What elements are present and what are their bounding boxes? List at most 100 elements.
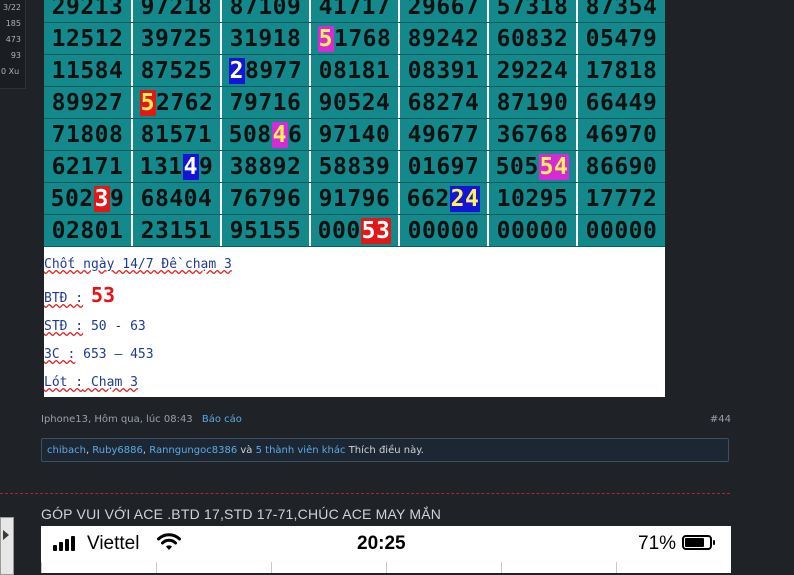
lottery-row: 89927 5 2762 79716 90524 68274 87190 66449 <box>44 87 665 119</box>
post-notes: Chốt ngày 14/7 Đề chạm 3 BTĐ : 53 STĐ : … <box>44 247 665 397</box>
lottery-number: 87525 <box>133 55 222 86</box>
carrier-name: Viettel <box>87 533 140 554</box>
lottery-number: 00000 <box>578 215 665 246</box>
digits: 91796 <box>318 185 391 212</box>
lottery-number: 17818 <box>578 55 665 86</box>
lottery-number: 5 1768 <box>311 23 400 54</box>
digits: 502 <box>50 185 94 212</box>
lottery-number: 12512 <box>44 23 133 54</box>
digits: 68274 <box>407 89 480 116</box>
report-link[interactable]: Báo cáo <box>202 414 242 425</box>
digits: 89242 <box>407 25 480 52</box>
digits: 87354 <box>585 0 658 20</box>
lottery-number: 89927 <box>44 87 133 118</box>
lottery-number: 86690 <box>578 151 665 182</box>
lottery-number: 10295 <box>489 183 578 214</box>
post-author-time[interactable]: Iphone13, Hôm qua, lúc 08:43 <box>41 414 193 425</box>
digits: 17818 <box>585 57 658 84</box>
note-btd: BTĐ : 53 <box>44 283 116 307</box>
lottery-number: 29224 <box>489 55 578 86</box>
lottery-number: 08181 <box>311 55 400 86</box>
digits: 46970 <box>585 121 658 148</box>
digits: 95155 <box>229 217 302 244</box>
lottery-number: 76796 <box>222 183 311 214</box>
lottery-number: 71808 <box>44 119 133 150</box>
lottery-number: 89242 <box>400 23 489 54</box>
lottery-number: 508 4 6 <box>222 119 311 150</box>
lottery-number: 97218 <box>133 0 222 22</box>
lottery-number: 62171 <box>44 151 133 182</box>
cropped-cell <box>156 562 271 573</box>
lottery-number: 68274 <box>400 87 489 118</box>
lottery-number: 81571 <box>133 119 222 150</box>
highlighted-digit: 3 <box>93 185 111 212</box>
digits: 17772 <box>585 185 658 212</box>
digits: 9 <box>110 185 125 212</box>
lottery-number: 46970 <box>578 119 665 150</box>
lottery-number: 57318 <box>489 0 578 22</box>
wifi-icon <box>157 533 181 550</box>
lottery-number: 00000 <box>400 215 489 246</box>
lottery-number: 87354 <box>578 0 665 22</box>
digits: 8977 <box>244 57 303 84</box>
likes-others-link[interactable]: 5 thành viên khác <box>256 445 346 456</box>
digits: 00000 <box>496 217 569 244</box>
stat-xu: 0 Xu <box>1 67 20 76</box>
lottery-number: 87190 <box>489 87 578 118</box>
lottery-number: 5 2762 <box>133 87 222 118</box>
digits: 131 <box>139 153 183 180</box>
phone-clock: 20:25 <box>357 533 406 554</box>
digits: 81571 <box>140 121 213 148</box>
lottery-number: 05479 <box>578 23 665 54</box>
stat-likes: 473 <box>5 35 21 44</box>
lottery-number: 23151 <box>133 215 222 246</box>
post-image-lottery-board: 29213 97218 87109 41717 29667 57318 87354 12512… <box>44 0 665 397</box>
digits: 662 <box>406 185 450 212</box>
lottery-number: 90524 <box>311 87 400 118</box>
lottery-row: 29213 97218 87109 41717 29667 57318 87354 <box>44 0 665 23</box>
digits: 86690 <box>585 153 658 180</box>
digits: 23151 <box>140 217 213 244</box>
note-lot: Lót : Chạm 3 <box>44 375 138 390</box>
lottery-number: 38892 <box>222 151 311 182</box>
lottery-row: 02801 23151 95155 000 53 00000 00000 00000 <box>44 215 665 247</box>
digits: 36768 <box>496 121 569 148</box>
lottery-number: 11584 <box>44 55 133 86</box>
stat-messages: 185 <box>5 19 21 28</box>
next-post-message: GÓP VUI VỚI ACE .BTD 17,STD 17-71,CHÚC A… <box>41 506 442 522</box>
highlighted-digit: 4 <box>182 153 200 180</box>
lottery-number: 662 24 <box>400 183 489 214</box>
like-user-link[interactable]: Ranngungoc8386 <box>149 445 237 456</box>
digits: 01697 <box>407 153 480 180</box>
lottery-number: 02801 <box>44 215 133 246</box>
digits: 508 <box>228 121 272 148</box>
cropped-cell <box>386 562 501 573</box>
digits: 2762 <box>155 89 214 116</box>
digits: 62171 <box>51 153 124 180</box>
btd-number: 53 <box>90 283 116 307</box>
digits: 87109 <box>229 0 302 20</box>
digits: 76796 <box>229 185 302 212</box>
lottery-number: 66449 <box>578 87 665 118</box>
digits: 57318 <box>496 0 569 20</box>
digits: 31918 <box>229 25 302 52</box>
post-number-link[interactable]: #44 <box>710 414 731 425</box>
likes-suffix: Thích điều này. <box>348 445 424 456</box>
lottery-number: 31918 <box>222 23 311 54</box>
digits: 60832 <box>496 25 569 52</box>
like-user-link[interactable]: chibach <box>47 445 86 456</box>
digits: 00000 <box>407 217 480 244</box>
cropped-cell <box>271 562 386 573</box>
stat-points: 93 <box>10 51 21 60</box>
lottery-number: 08391 <box>400 55 489 86</box>
lottery-number: 505 54 <box>489 151 578 182</box>
lottery-number: 68404 <box>133 183 222 214</box>
cropped-cell <box>41 562 156 573</box>
digits: 08391 <box>407 57 480 84</box>
digits: 10295 <box>496 185 569 212</box>
like-user-link[interactable]: Ruby6886 <box>92 445 143 456</box>
next-post-avatar-stub[interactable] <box>0 517 14 575</box>
lottery-number: 79716 <box>222 87 311 118</box>
lottery-number: 97140 <box>311 119 400 150</box>
cropped-results-row <box>41 562 731 573</box>
